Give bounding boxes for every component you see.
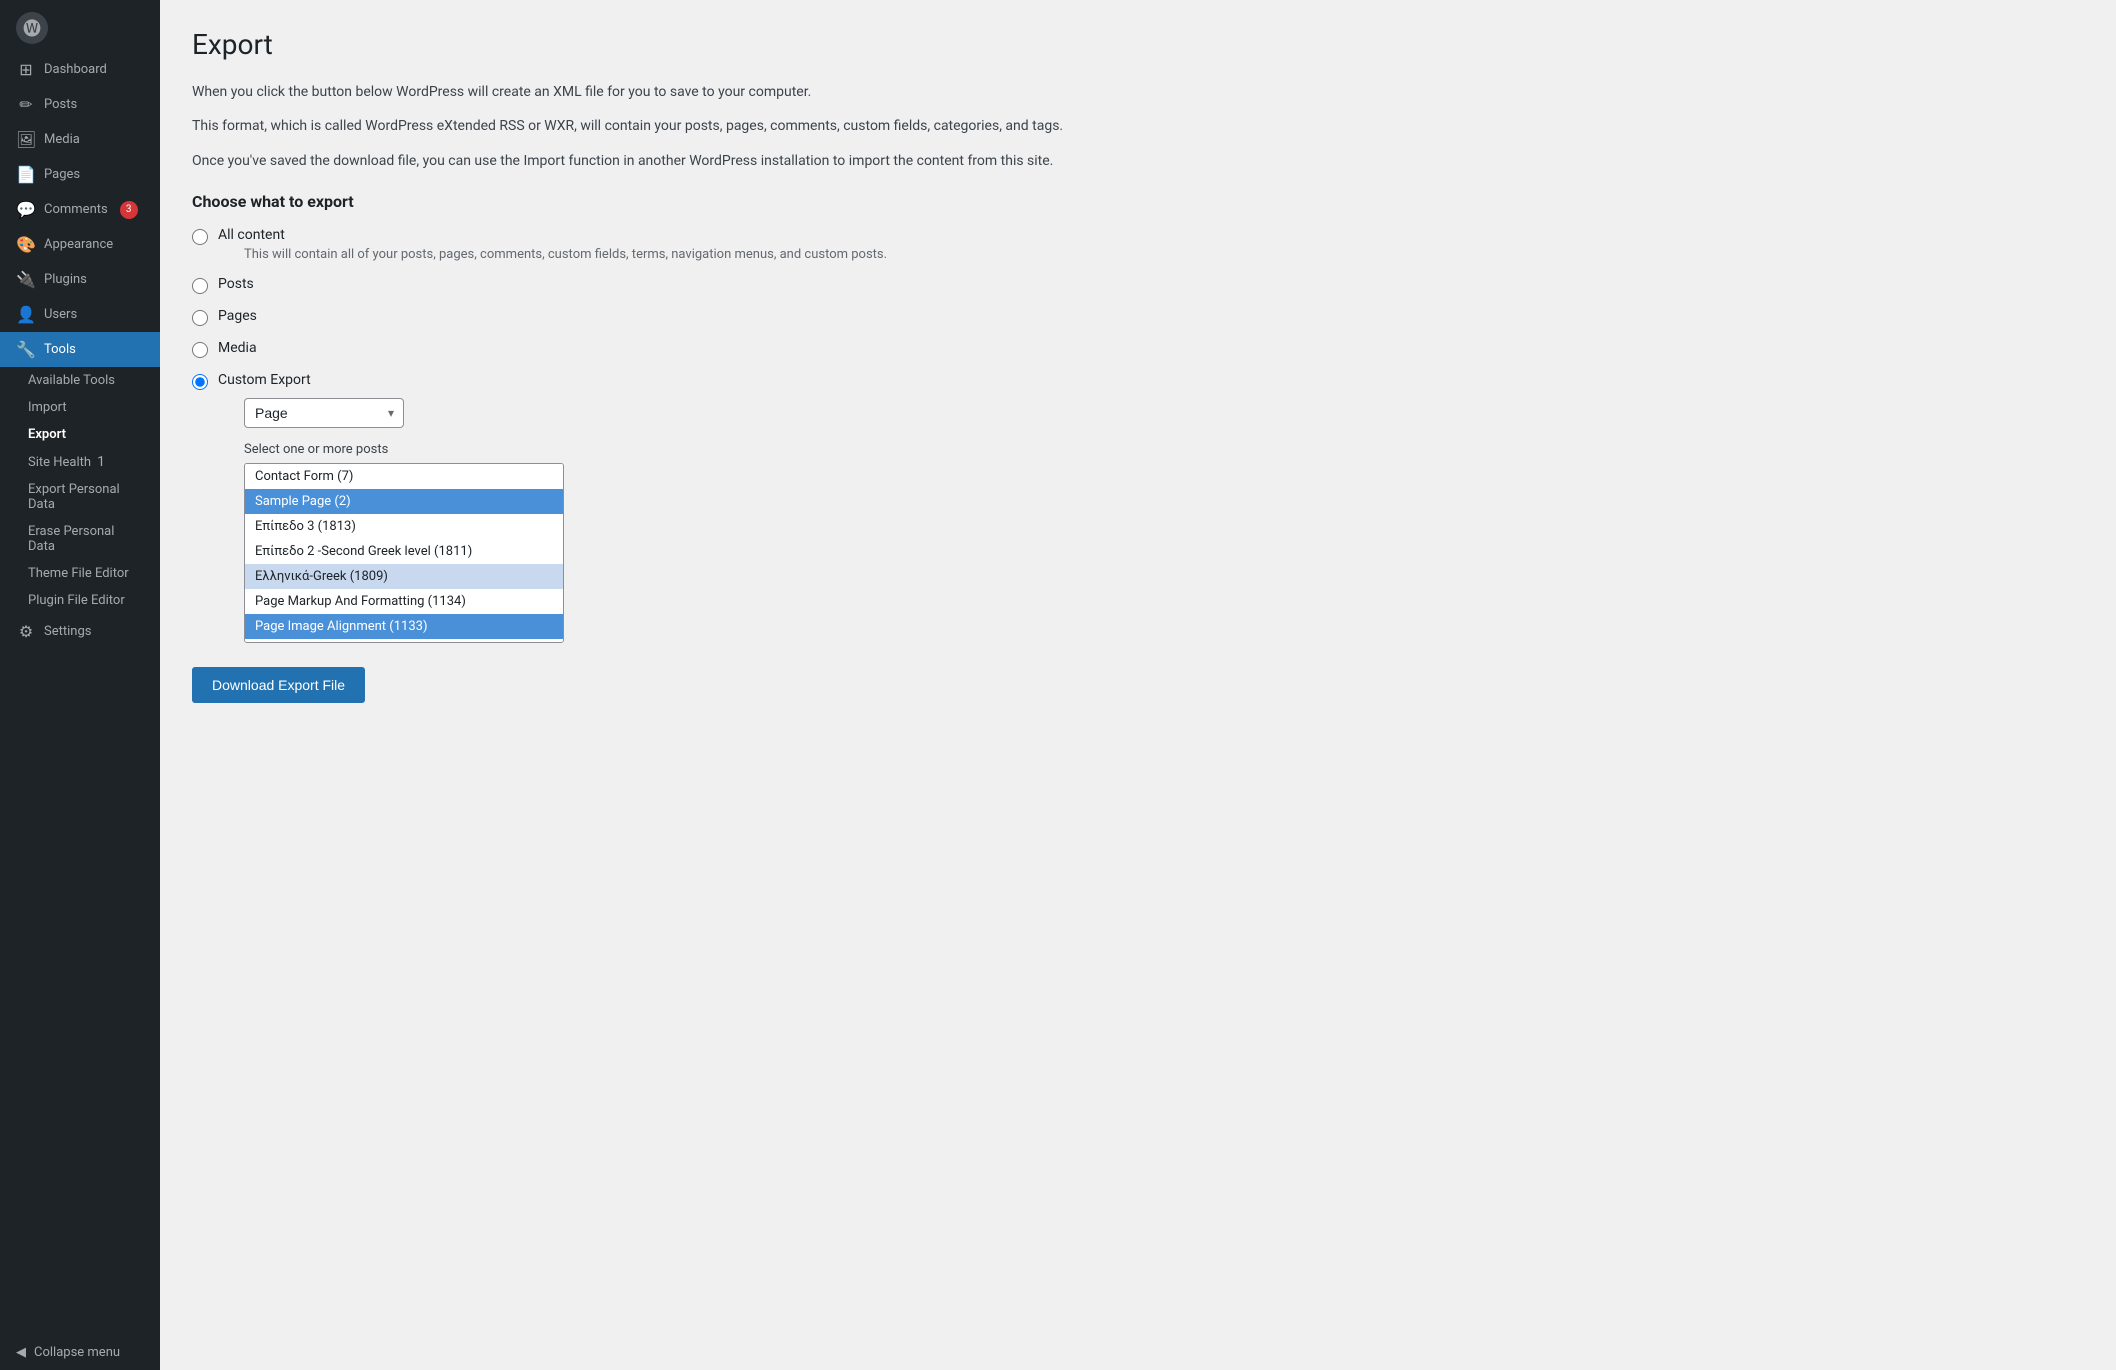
sidebar-item-tools-label: Tools — [44, 342, 76, 357]
settings-icon: ⚙ — [16, 622, 36, 641]
sidebar-sub-site-health[interactable]: Site Health — [28, 455, 91, 470]
sidebar-item-posts-label: Posts — [44, 97, 77, 112]
collapse-menu-button[interactable]: ◀ Collapse menu — [0, 1335, 160, 1370]
radio-posts[interactable] — [192, 278, 208, 294]
select-label: Select one or more posts — [244, 442, 564, 457]
radio-pages[interactable] — [192, 310, 208, 326]
sidebar-item-pages[interactable]: 📄 Pages — [0, 157, 160, 192]
option-pages: Pages — [192, 308, 2084, 326]
custom-export-sub: Page Post Media ▾ Select one or more pos… — [244, 398, 564, 643]
sidebar-sub-export[interactable]: Export — [0, 421, 160, 448]
posts-icon: ✏ — [16, 95, 36, 114]
list-item[interactable]: Ελληνικά-Greek (1809) — [245, 564, 563, 589]
sidebar-sub-import[interactable]: Import — [0, 394, 160, 421]
tools-submenu: Available Tools Import Export Site Healt… — [0, 367, 160, 614]
section-heading: Choose what to export — [192, 192, 2084, 211]
sidebar-item-settings-label: Settings — [44, 624, 91, 639]
list-item[interactable]: Contact Form (7) — [245, 464, 563, 489]
list-item[interactable]: Page Image Alignment (1133) — [245, 614, 563, 639]
sidebar-sub-export-personal-data[interactable]: Export Personal Data — [0, 476, 160, 518]
option-custom-export: Custom Export Page Post Media ▾ Select o… — [192, 372, 2084, 643]
option-all-content: All content This will contain all of you… — [192, 227, 2084, 262]
list-item[interactable]: Επίπεδο 2 -Second Greek level (1811) — [245, 539, 563, 564]
description-3: Once you've saved the download file, you… — [192, 150, 1092, 172]
main-content: Export When you click the button below W… — [160, 0, 2116, 1370]
desc-all-content: This will contain all of your posts, pag… — [218, 247, 887, 262]
collapse-icon: ◀ — [16, 1345, 26, 1360]
description-1: When you click the button below WordPres… — [192, 81, 1092, 103]
pages-icon: 📄 — [16, 165, 36, 184]
dashboard-icon: ⊞ — [16, 60, 36, 79]
sidebar-nav: ⊞ Dashboard ✏ Posts 🖼 Media 📄 Pages 💬 Co… — [0, 52, 160, 649]
comments-icon: 💬 — [16, 200, 36, 219]
site-health-badge: 1 — [97, 454, 105, 470]
label-custom-export[interactable]: Custom Export — [218, 372, 311, 388]
sidebar-item-media-label: Media — [44, 132, 80, 147]
option-media: Media — [192, 340, 2084, 358]
sidebar: 🅦 ⊞ Dashboard ✏ Posts 🖼 Media 📄 Pages 💬 … — [0, 0, 160, 1370]
sidebar-item-users[interactable]: 👤 Users — [0, 297, 160, 332]
sidebar-item-plugins[interactable]: 🔌 Plugins — [0, 262, 160, 297]
comments-badge: 3 — [120, 201, 138, 219]
sidebar-item-settings[interactable]: ⚙ Settings — [0, 614, 160, 649]
sidebar-sub-available-tools[interactable]: Available Tools — [0, 367, 160, 394]
download-export-button[interactable]: Download Export File — [192, 667, 365, 703]
sidebar-item-dashboard-label: Dashboard — [44, 62, 107, 77]
tools-icon: 🔧 — [16, 340, 36, 359]
sidebar-item-posts[interactable]: ✏ Posts — [0, 87, 160, 122]
sidebar-brand: 🅦 — [0, 0, 160, 52]
page-type-select[interactable]: Page Post Media — [244, 398, 404, 428]
radio-media[interactable] — [192, 342, 208, 358]
export-options: All content This will contain all of you… — [192, 227, 2084, 643]
label-media[interactable]: Media — [218, 340, 257, 356]
option-posts: Posts — [192, 276, 2084, 294]
sidebar-sub-erase-personal-data[interactable]: Erase Personal Data — [0, 518, 160, 560]
label-all-content[interactable]: All content — [218, 227, 285, 243]
plugins-icon: 🔌 — [16, 270, 36, 289]
label-pages[interactable]: Pages — [218, 308, 257, 324]
appearance-icon: 🎨 — [16, 235, 36, 254]
sidebar-sub-theme-file-editor[interactable]: Theme File Editor — [0, 560, 160, 587]
sidebar-item-dashboard[interactable]: ⊞ Dashboard — [0, 52, 160, 87]
page-title: Export — [192, 28, 2084, 61]
radio-all-content[interactable] — [192, 229, 208, 245]
list-item[interactable]: Επίπεδο 3 (1813) — [245, 514, 563, 539]
list-item[interactable]: Sample Page (2) — [245, 489, 563, 514]
label-posts[interactable]: Posts — [218, 276, 254, 292]
sidebar-item-comments[interactable]: 💬 Comments 3 — [0, 192, 160, 227]
description-2: This format, which is called WordPress e… — [192, 115, 1092, 137]
users-icon: 👤 — [16, 305, 36, 324]
sidebar-sub-plugin-file-editor[interactable]: Plugin File Editor — [0, 587, 160, 614]
list-item[interactable]: Page Markup And Formatting (1134) — [245, 589, 563, 614]
sidebar-item-appearance-label: Appearance — [44, 237, 113, 252]
collapse-label: Collapse menu — [34, 1345, 120, 1360]
sidebar-item-appearance[interactable]: 🎨 Appearance — [0, 227, 160, 262]
media-icon: 🖼 — [16, 130, 36, 149]
sidebar-item-pages-label: Pages — [44, 167, 80, 182]
posts-listbox[interactable]: Contact Form (7)Sample Page (2)Επίπεδο 3… — [244, 463, 564, 643]
page-type-select-wrapper: Page Post Media ▾ — [244, 398, 404, 428]
sidebar-item-comments-label: Comments — [44, 202, 108, 217]
sidebar-item-plugins-label: Plugins — [44, 272, 87, 287]
sidebar-item-users-label: Users — [44, 307, 77, 322]
sidebar-item-tools[interactable]: 🔧 Tools — [0, 332, 160, 367]
radio-custom-export[interactable] — [192, 374, 208, 390]
sidebar-item-media[interactable]: 🖼 Media — [0, 122, 160, 157]
wordpress-logo: 🅦 — [16, 12, 48, 44]
list-item[interactable]: Level 3b (748) — [245, 639, 563, 643]
